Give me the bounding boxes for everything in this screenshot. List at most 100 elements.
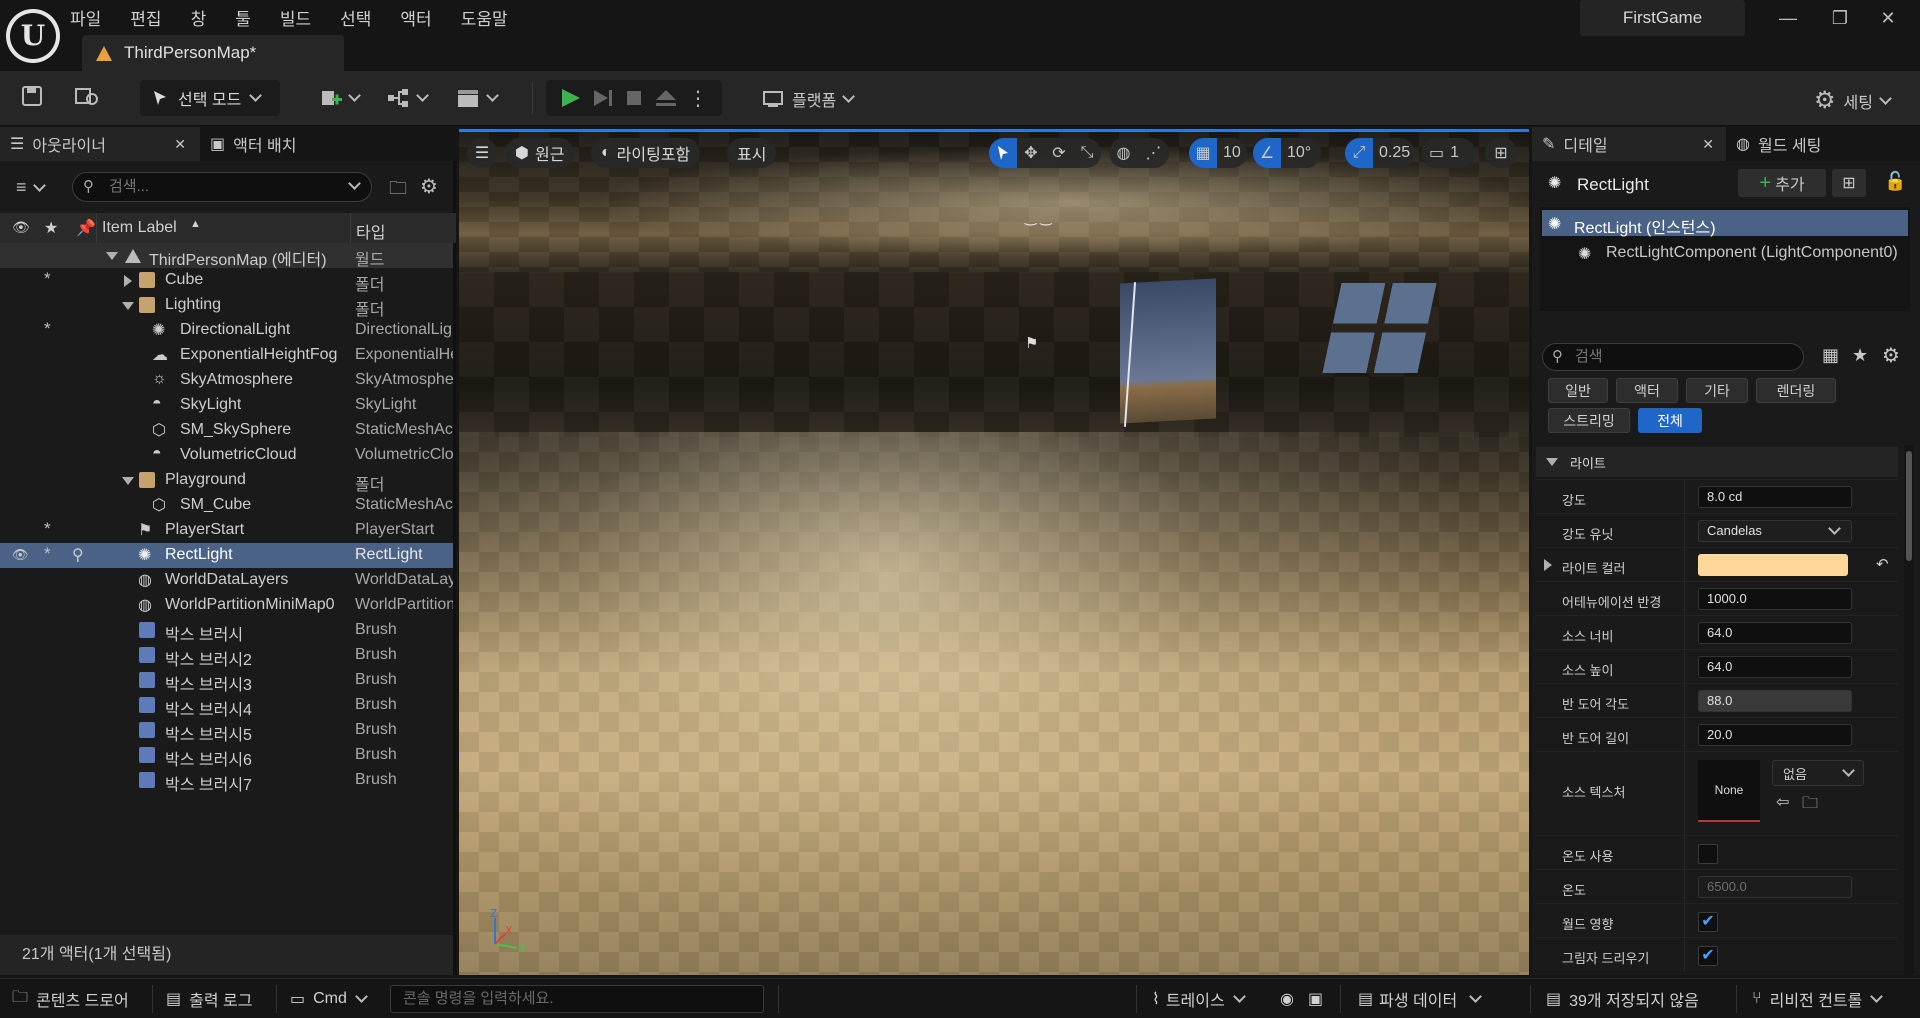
translate-tool-icon[interactable]: ✥ — [1017, 143, 1045, 163]
unsaved-button[interactable]: ▤ 39개 저장되지 않음 — [1546, 979, 1699, 1018]
actor-name[interactable]: RectLight — [1577, 175, 1649, 195]
close-tab-icon[interactable]: ✕ — [1702, 136, 1714, 153]
rect-light-sprite-icon[interactable]: ‿‿ — [1025, 209, 1056, 226]
section-light[interactable]: 라이트 — [1536, 447, 1898, 477]
blueprint-convert-icon[interactable]: ⊞ — [1832, 169, 1866, 197]
favorite-star-icon[interactable]: * — [44, 519, 51, 539]
details-scrollbar[interactable] — [1904, 445, 1914, 975]
cmd-select[interactable]: ▭ Cmd — [290, 979, 368, 1018]
play-options-icon[interactable]: ⋮ — [688, 86, 708, 111]
viewport-layout-icon[interactable]: ⊞ — [1485, 138, 1517, 168]
barn-door-angle-slider[interactable]: 88.0 — [1698, 690, 1852, 712]
record-icon[interactable]: ◉ — [1280, 979, 1294, 1018]
menu-window[interactable]: 창 — [191, 5, 207, 30]
tree-row-brush[interactable]: 박스 브러시 Brush — [0, 618, 453, 644]
use-selected-icon[interactable]: ⇦ — [1776, 792, 1789, 812]
content-drawer-button[interactable]: 🗀 콘텐츠 드로어 — [12, 979, 129, 1018]
rotation-snap-group[interactable]: ∠ 10° — [1253, 138, 1321, 168]
tree-row-minimap[interactable]: ◍ WorldPartitionMiniMap0 WorldPartitionM… — [0, 593, 453, 618]
menu-select[interactable]: 선택 — [340, 5, 371, 30]
restore-icon[interactable]: ❐ — [1830, 8, 1850, 28]
world-coords-icon[interactable]: ◍ — [1117, 143, 1131, 163]
platform-button[interactable]: 플랫폼 — [762, 87, 856, 111]
outliner-settings-icon[interactable]: ⚙ — [420, 174, 438, 199]
use-temperature-checkbox[interactable] — [1698, 844, 1718, 864]
filter-misc[interactable]: 기타 — [1686, 378, 1748, 403]
tree-row-brush[interactable]: 박스 브러시7 Brush — [0, 768, 453, 794]
visibility-eye-icon[interactable]: 👁 — [12, 547, 29, 563]
temperature-input[interactable]: 6500.0 — [1698, 876, 1852, 898]
tree-row-sky-sphere[interactable]: ⬡ SM_SkySphere StaticMeshActor — [0, 418, 453, 443]
favorites-star-icon[interactable]: ★ — [1852, 345, 1868, 366]
cast-shadows-checkbox[interactable]: ✔ — [1698, 946, 1718, 966]
filter-general[interactable]: 일반 — [1548, 378, 1608, 403]
tree-row-brush[interactable]: 박스 브러시3 Brush — [0, 668, 453, 694]
menu-build[interactable]: 빌드 — [280, 5, 311, 30]
texture-picker-select[interactable]: 없음 — [1772, 760, 1864, 786]
console-input[interactable]: 콘솔 명령을 입력하세요. — [390, 985, 764, 1013]
tree-row-sm-cube[interactable]: ⬡ SM_Cube StaticMeshActor — [0, 493, 453, 518]
screenshot-icon[interactable]: ▣ — [1308, 979, 1323, 1018]
expand-arrow-icon[interactable] — [106, 252, 118, 260]
filter-all[interactable]: 전체 — [1638, 408, 1702, 433]
lock-icon[interactable]: 🔓 — [1884, 171, 1906, 192]
scale-tool-icon[interactable]: ⤡ — [1073, 144, 1101, 162]
advance-frame-icon[interactable] — [590, 86, 616, 110]
tree-row-cube[interactable]: * Cube 폴더 — [0, 268, 453, 294]
menu-actor[interactable]: 액터 — [400, 5, 431, 30]
scale-snap-group[interactable]: ⤢ 0.25 — [1345, 138, 1415, 168]
filter-streaming[interactable]: 스트리밍 — [1548, 408, 1630, 433]
expand-arrow-icon[interactable] — [122, 477, 134, 485]
intensity-input[interactable]: 8.0 cd — [1698, 486, 1852, 508]
filter-button[interactable]: ≡ — [16, 177, 46, 198]
eject-icon[interactable] — [654, 86, 680, 110]
tree-row-fog[interactable]: ☁ ExponentialHeightFog ExponentialHeight… — [0, 343, 453, 368]
collapse-arrow-icon[interactable] — [124, 275, 132, 287]
tree-row-rectlight[interactable]: 👁 * ⚲ ✺ RectLight RectLight — [0, 543, 453, 568]
tree-row-playground[interactable]: Playground 폴더 — [0, 468, 453, 494]
view-mode-button[interactable]: ◐ 라이팅포함 — [591, 138, 701, 168]
expand-arrow-icon[interactable] — [122, 302, 134, 310]
map-tab[interactable]: ThirdPersonMap* — [82, 35, 344, 71]
add-folder-icon[interactable]: 🗀 — [389, 176, 407, 206]
unreal-logo-icon[interactable]: U — [6, 9, 60, 63]
tab-place-actors[interactable]: ▣ 액터 배치 — [200, 127, 400, 161]
tree-row-lighting[interactable]: Lighting 폴더 — [0, 293, 453, 319]
tree-row-sky-atmosphere[interactable]: ☼ SkyAtmosphere SkyAtmosphere — [0, 368, 453, 393]
reset-to-default-icon[interactable]: ↶ — [1876, 555, 1889, 573]
favorite-star-icon[interactable]: * — [44, 269, 51, 289]
expand-arrow-icon[interactable] — [1544, 559, 1552, 571]
menu-help[interactable]: 도움말 — [461, 5, 508, 30]
affects-world-checkbox[interactable]: ✔ — [1698, 912, 1718, 932]
output-log-button[interactable]: ▤ 출력 로그 — [166, 979, 252, 1018]
perspective-button[interactable]: ⬢ 원근 — [505, 138, 575, 168]
cinematics-button[interactable] — [456, 87, 499, 109]
filter-rendering[interactable]: 렌더링 — [1756, 378, 1836, 403]
visibility-col-icon[interactable]: 👁 — [12, 219, 30, 236]
col-item-label[interactable]: Item Label — [102, 219, 177, 237]
tree-row-skylight[interactable]: ◓ SkyLight SkyLight — [0, 393, 453, 418]
filter-actor[interactable]: 액터 — [1616, 378, 1678, 403]
tree-row-directional-light[interactable]: * ✺ DirectionalLight DirectionalLight — [0, 318, 453, 343]
close-tab-icon[interactable]: ✕ — [174, 136, 186, 153]
stop-icon[interactable] — [622, 86, 648, 110]
pin-col-icon[interactable]: 📌 — [76, 218, 96, 238]
play-icon[interactable] — [556, 86, 586, 110]
texture-thumbnail[interactable]: None — [1698, 760, 1760, 822]
browse-asset-icon[interactable]: 🗀 — [1802, 792, 1818, 819]
select-tool-icon[interactable] — [989, 138, 1017, 168]
pin-icon[interactable]: ⚲ — [72, 545, 84, 565]
tab-world-settings[interactable]: ◍ 월드 세팅 — [1726, 127, 1906, 161]
outliner-search-input[interactable]: ⚲ 검색... — [72, 172, 372, 202]
blueprint-button[interactable] — [386, 87, 429, 109]
menu-edit[interactable]: 편집 — [130, 5, 161, 30]
tab-outliner[interactable]: ☰ 아웃라이너 ✕ — [0, 127, 200, 161]
save-icon[interactable] — [20, 84, 44, 108]
level-viewport[interactable]: ‿‿ ⚑ ☰ ⬢ 원근 ◐ 라이팅포함 표시 ✥ ⟳ ⤡ ◍ ⋰ ▦ 10 ∠ … — [459, 129, 1529, 975]
browse-icon[interactable] — [74, 84, 100, 108]
select-mode-button[interactable]: 선택 모드 — [140, 80, 280, 116]
tree-row-brush[interactable]: 박스 브러시6 Brush — [0, 743, 453, 769]
source-height-input[interactable]: 64.0 — [1698, 656, 1852, 678]
menu-file[interactable]: 파일 — [70, 5, 101, 30]
menu-tools[interactable]: 툴 — [235, 5, 251, 30]
